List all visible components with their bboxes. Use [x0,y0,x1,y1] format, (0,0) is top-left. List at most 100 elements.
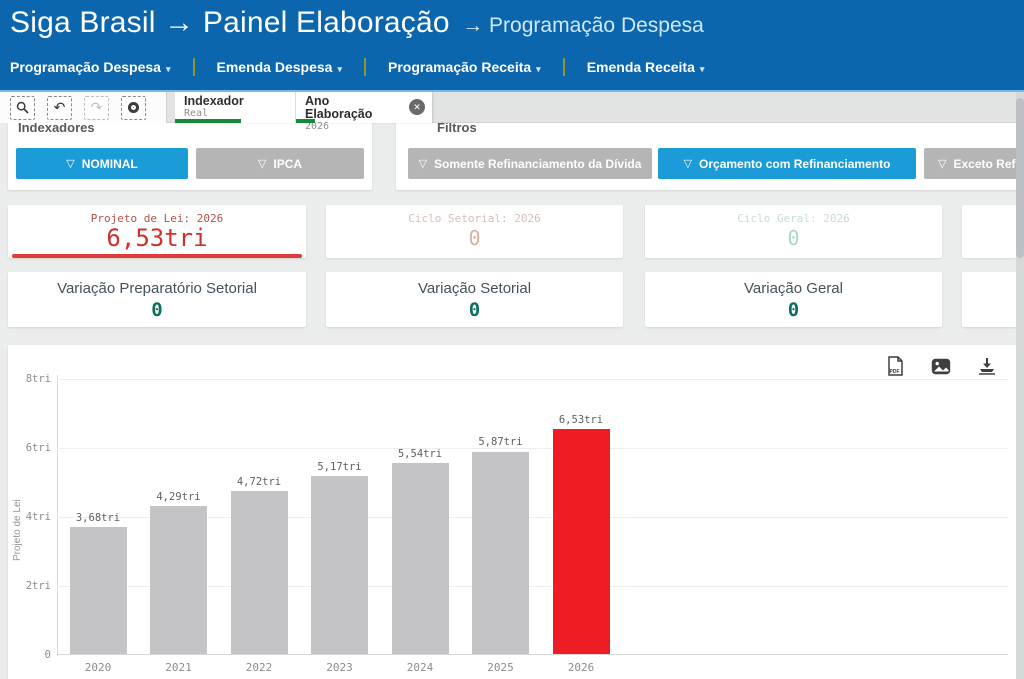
kpi-partial-card [962,205,1016,258]
y-axis-tick-label: 4tri [11,511,51,523]
export-image-icon[interactable] [930,355,952,377]
bar-value-label: 6,53tri [541,414,621,426]
y-axis-tick-label: 0 [11,649,51,661]
selection-chip-indexador[interactable]: Indexador Real [175,92,295,123]
nav-divider [563,58,565,76]
gridline [57,379,1008,380]
kpi-projeto-de-lei[interactable]: Projeto de Lei: 2026 6,53tri [8,205,306,258]
filter-button-label: Exceto Ref [953,157,1015,171]
kpi-ciclo-geral[interactable]: Ciclo Geral: 2026 0 [645,205,942,258]
download-icon[interactable] [976,355,998,377]
x-axis-tick-label: 2021 [139,661,219,674]
x-axis-tick-label: 2020 [58,661,138,674]
nav-emenda-despesa[interactable]: Emenda Despesa▾ [217,59,342,75]
bar-value-label: 5,54tri [380,448,460,460]
nav-emenda-receita[interactable]: Emenda Receita▾ [587,59,705,75]
nav-programacao-receita[interactable]: Programação Receita▾ [388,59,541,75]
kpi-variacao-preparatorio-setorial[interactable]: Variação Preparatório Setorial 0 [8,272,306,327]
kpi-partial-card [962,272,1016,327]
close-icon[interactable]: ✕ [409,99,425,115]
chip-field: Indexador [184,95,286,108]
bar-2024[interactable] [392,463,449,654]
kpi-value: 0 [326,299,623,321]
clear-selections-icon[interactable] [121,96,146,120]
selections-bar: ↶ ↷ Indexador Real Ano Elaboração 2026 ✕ [0,92,1024,123]
chip-value: 2026 [305,121,400,132]
kpi-value: 0 [645,225,942,251]
funnel-icon: ▽ [938,157,946,170]
kpi-variacao-setorial[interactable]: Variação Setorial 0 [326,272,623,327]
export-pdf-icon[interactable]: PDF [884,355,906,377]
filter-button-nominal[interactable]: ▽ NOMINAL [16,148,188,179]
kpi-ciclo-setorial[interactable]: Ciclo Setorial: 2026 0 [326,205,623,258]
clear-dot [128,102,139,113]
nav-divider [193,58,195,76]
main-nav: Programação Despesa▾ Emenda Despesa▾ Pro… [10,58,704,76]
kpi-label: Ciclo Geral: 2026 [645,205,942,225]
chart-export-toolbar: PDF [884,355,998,377]
page-title: Siga Brasil → Painel Elaboração → Progra… [10,6,704,40]
selection-progress-bar [175,119,241,123]
bar-2026[interactable] [553,429,610,654]
bar-2020[interactable] [70,527,127,654]
y-axis-title: Projeto de Lei [12,465,23,595]
bar-chart-plot-area: 02tri4tri6tri8tri3,68tri20204,29tri20214… [57,379,1008,655]
kpi-label: Variação Setorial [326,272,623,297]
bar-2021[interactable] [150,506,207,654]
filtros-panel: Filtros ▽ Somente Refinanciamento da Dív… [396,112,1024,190]
bar-value-label: 3,68tri [58,512,138,524]
funnel-icon: ▽ [66,157,74,170]
kpi-value: 6,53tri [8,225,306,251]
kpi-label: Variação Geral [645,272,942,297]
filter-button-exceto-refinanciamento[interactable]: ▽ Exceto Ref [924,148,1024,179]
y-axis-tick-label: 8tri [11,373,51,385]
filter-button-somente-refinanciamento[interactable]: ▽ Somente Refinanciamento da Dívida [408,148,652,179]
bar-2025[interactable] [472,452,529,655]
title-primary: Siga Brasil → Painel Elaboração [10,6,450,39]
chevron-down-icon: ▾ [700,64,705,74]
bar-2023[interactable] [311,476,368,654]
filter-button-label: IPCA [273,157,302,171]
kpi-variacao-geral[interactable]: Variação Geral 0 [645,272,942,327]
chevron-down-icon: ▾ [536,64,541,74]
chevron-down-icon: ▾ [337,64,342,74]
x-axis-tick-label: 2026 [541,661,621,674]
app-header: Siga Brasil → Painel Elaboração → Progra… [0,0,1024,92]
bar-value-label: 5,87tri [461,436,541,448]
selection-chips: Indexador Real Ano Elaboração 2026 ✕ [175,92,432,123]
filter-button-ipca[interactable]: ▽ IPCA [196,148,364,179]
kpi-underline [12,254,301,258]
step-back-icon[interactable]: ↶ [47,96,72,120]
selections-toolbar: ↶ ↷ [0,92,167,123]
vertical-scrollbar[interactable] [1016,92,1024,679]
kpi-value: 0 [326,225,623,251]
dashboard-screen: Siga Brasil → Painel Elaboração → Progra… [0,0,1024,679]
selection-chip-ano-elaboracao[interactable]: Ano Elaboração 2026 ✕ [295,92,432,123]
scrollbar-thumb[interactable] [1016,98,1024,258]
nav-programacao-despesa[interactable]: Programação Despesa▾ [10,59,171,75]
y-axis-tick-label: 2tri [11,580,51,592]
filter-button-label: Somente Refinanciamento da Dívida [434,157,641,171]
funnel-icon: ▽ [419,157,427,170]
filter-button-label: Orçamento com Refinanciamento [699,157,890,171]
x-axis-tick-label: 2023 [300,661,380,674]
filter-button-orcamento-com-refinanciamento[interactable]: ▽ Orçamento com Refinanciamento [658,148,916,179]
kpi-label: Projeto de Lei: 2026 [8,205,306,225]
x-axis-tick-label: 2024 [380,661,460,674]
kpi-label: Ciclo Setorial: 2026 [326,205,623,225]
funnel-icon: ▽ [258,157,266,170]
kpi-value: 0 [8,299,306,321]
chevron-down-icon: ▾ [166,64,171,74]
kpi-label: Variação Preparatório Setorial [8,272,306,297]
y-axis-tick-label: 6tri [11,442,51,454]
step-forward-icon[interactable]: ↷ [84,96,109,120]
bar-value-label: 5,17tri [300,461,380,473]
bar-value-label: 4,72tri [219,476,299,488]
bar-value-label: 4,29tri [139,491,219,503]
bar-chart-panel: PDF Projeto de Lei 02tri4tri6tri8tri3,68… [8,345,1016,679]
selection-progress-bar [296,119,315,123]
x-axis-tick-label: 2025 [461,661,541,674]
bar-2022[interactable] [231,491,288,654]
selections-search-icon[interactable] [10,96,35,120]
chip-value: Real [184,108,286,119]
